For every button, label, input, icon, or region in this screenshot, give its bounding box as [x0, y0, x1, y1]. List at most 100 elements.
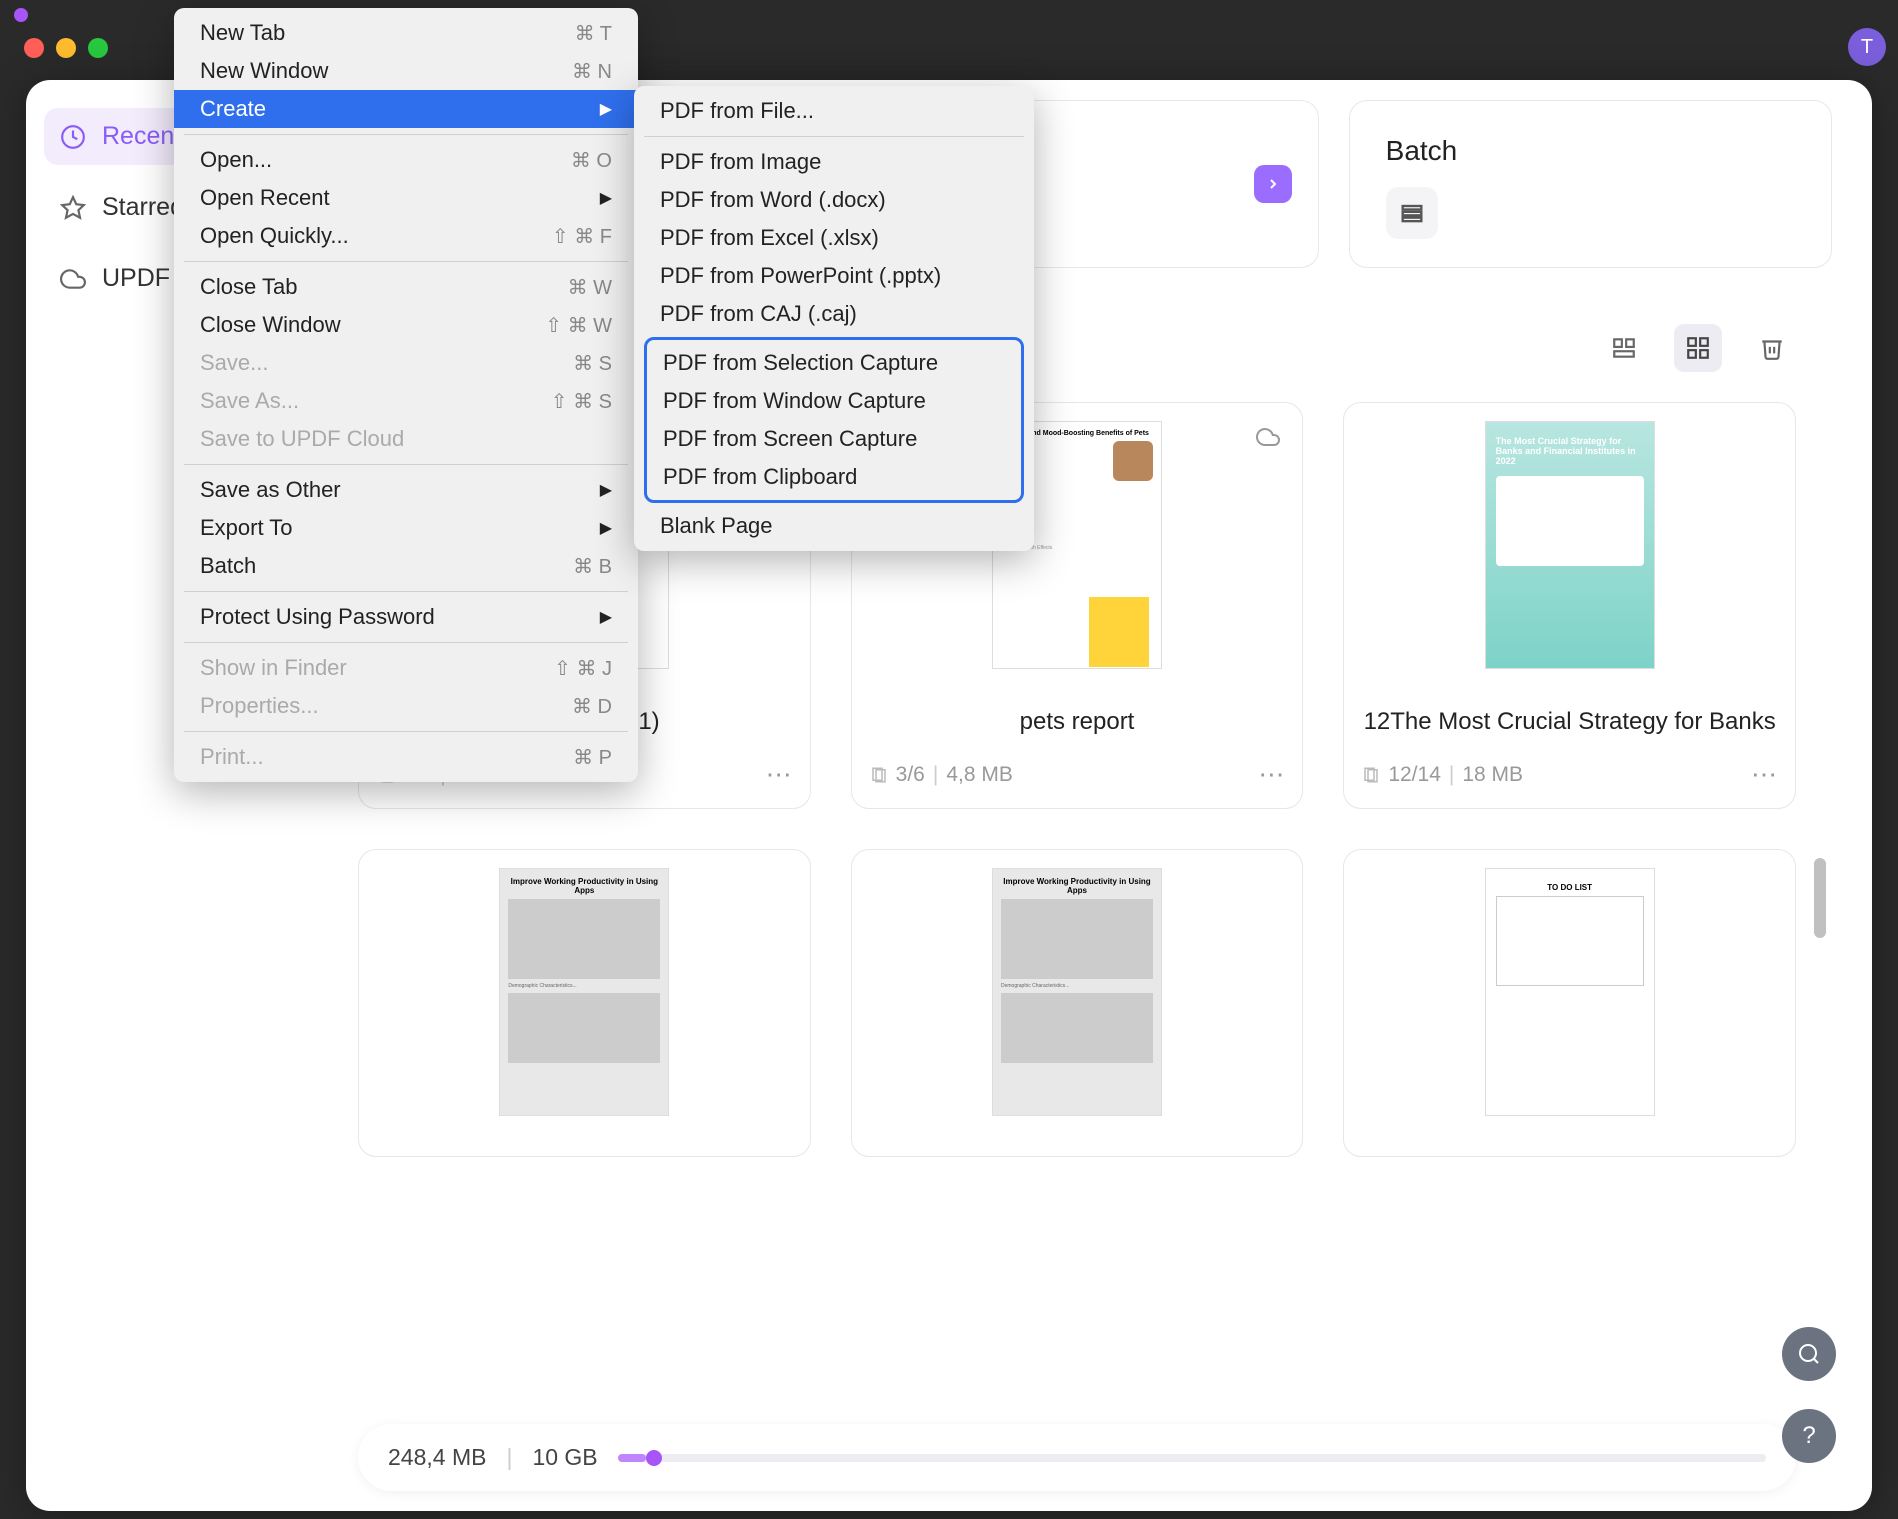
menu-shortcut: ⌘ W [568, 275, 612, 300]
file-pages: 12/14 [1388, 763, 1441, 787]
menu-shortcut: ⇧ ⌘ J [554, 656, 612, 681]
menu-item-label: Protect Using Password [200, 604, 435, 630]
list-view-button[interactable] [1600, 324, 1648, 372]
clock-icon [60, 124, 86, 150]
file-meta: 3/6 | 4,8 MB ⋯ [870, 759, 1285, 790]
submenu-item-pdf-from-file-[interactable]: PDF from File... [634, 92, 1034, 130]
menu-item-label: Close Tab [200, 274, 297, 300]
minimize-window-button[interactable] [56, 38, 76, 58]
file-thumbnail: Improve Working Productivity in Using Ap… [499, 868, 669, 1116]
menu-item-close-tab[interactable]: Close Tab ⌘ W [174, 268, 638, 306]
menu-item-label: Batch [200, 553, 256, 579]
storage-total: 10 GB [532, 1444, 597, 1471]
storage-track [618, 1454, 1766, 1462]
menu-item-save-as-other[interactable]: Save as Other▶ [174, 471, 638, 509]
menu-item-label: New Window [200, 58, 328, 84]
user-avatar[interactable]: T [1848, 28, 1886, 66]
menu-item-new-tab[interactable]: New Tab⌘ T [174, 14, 638, 52]
pages-icon [870, 766, 888, 784]
delete-button[interactable] [1748, 324, 1796, 372]
menu-item-label: New Tab [200, 20, 285, 46]
file-card[interactable]: Improve Working Productivity in Using Ap… [358, 849, 811, 1157]
star-icon [60, 195, 86, 221]
menu-item-label: Save to UPDF Cloud [200, 426, 404, 452]
menu-item-label: Save as Other [200, 477, 341, 503]
shortcut-card-batch[interactable]: Batch [1349, 100, 1832, 268]
grid-view-button[interactable] [1674, 324, 1722, 372]
menu-shortcut: ⇧ ⌘ W [545, 313, 612, 338]
file-menu: New Tab⌘ TNew Window⌘ N Create ▶ Open...⌘ O… [174, 8, 638, 782]
menu-item-label: PDF from Word (.docx) [660, 187, 886, 213]
help-fab[interactable]: ? [1782, 1409, 1836, 1463]
more-icon[interactable]: ⋯ [766, 759, 792, 790]
menu-separator [184, 134, 628, 135]
file-card[interactable]: TO DO LIST [1343, 849, 1796, 1157]
file-card[interactable]: The Most Crucial Strategy for Banks and … [1343, 402, 1796, 809]
chevron-right-icon: ▶ [600, 607, 612, 627]
separator: | [506, 1444, 512, 1471]
submenu-item-pdf-from-powerpoint-pptx-[interactable]: PDF from PowerPoint (.pptx) [634, 257, 1034, 295]
menu-item-batch[interactable]: Batch ⌘ B [174, 547, 638, 585]
scrollbar-thumb[interactable] [1814, 858, 1826, 938]
pages-icon [1362, 766, 1380, 784]
menu-item-open-recent[interactable]: Open Recent ▶ [174, 179, 638, 217]
menu-item-label: PDF from Image [660, 149, 821, 175]
menu-item-create[interactable]: Create ▶ [174, 90, 638, 128]
submenu-item-blank-page[interactable]: Blank Page [634, 507, 1034, 545]
submenu-item-pdf-from-excel-xlsx-[interactable]: PDF from Excel (.xlsx) [634, 219, 1034, 257]
submenu-item-pdf-from-word-docx-[interactable]: PDF from Word (.docx) [634, 181, 1034, 219]
chevron-right-icon: ▶ [600, 188, 612, 208]
menu-item-label: Close Window [200, 312, 341, 338]
menu-item-label: PDF from Selection Capture [663, 350, 938, 376]
menu-item-open-quickly-[interactable]: Open Quickly...⇧ ⌘ F [174, 217, 638, 255]
close-window-button[interactable] [24, 38, 44, 58]
menu-item-save-to-updf-cloud: Save to UPDF Cloud [174, 420, 638, 458]
cloud-icon [1256, 425, 1280, 454]
search-fab[interactable] [1782, 1327, 1836, 1381]
menu-item-label: Export To [200, 515, 293, 541]
file-name: 12The Most Crucial Strategy for Banks [1362, 691, 1777, 753]
menu-item-label: Create [200, 96, 266, 122]
menu-item-label: PDF from Clipboard [663, 464, 857, 490]
menu-item-label: PDF from Window Capture [663, 388, 926, 414]
submenu-item-pdf-from-selection-capture[interactable]: PDF from Selection Capture [647, 344, 1021, 382]
chevron-right-icon[interactable] [1254, 165, 1292, 203]
card-title: Batch [1386, 135, 1795, 167]
submenu-item-pdf-from-window-capture[interactable]: PDF from Window Capture [647, 382, 1021, 420]
menu-item-label: PDF from CAJ (.caj) [660, 301, 857, 327]
menu-item-save-as-: Save As...⇧ ⌘ S [174, 382, 638, 420]
submenu-item-pdf-from-screen-capture[interactable]: PDF from Screen Capture [647, 420, 1021, 458]
maximize-window-button[interactable] [88, 38, 108, 58]
submenu-item-pdf-from-caj-caj-[interactable]: PDF from CAJ (.caj) [634, 295, 1034, 333]
avatar-initial: T [1861, 36, 1873, 59]
create-submenu: PDF from File... PDF from Image PDF from W… [634, 86, 1034, 551]
menu-item-label: Save As... [200, 388, 299, 414]
submenu-item-pdf-from-clipboard[interactable]: PDF from Clipboard [647, 458, 1021, 496]
cloud-icon [60, 266, 86, 292]
menu-separator [184, 464, 628, 465]
file-card[interactable]: Improve Working Productivity in Using Ap… [851, 849, 1304, 1157]
submenu-item-pdf-from-image[interactable]: PDF from Image [634, 143, 1034, 181]
menu-item-protect-using-password[interactable]: Protect Using Password ▶ [174, 598, 638, 636]
file-thumbnail: TO DO LIST [1485, 868, 1655, 1116]
menu-item-label: Save... [200, 350, 268, 376]
menu-item-label: Open Quickly... [200, 223, 349, 249]
menu-item-print-: Print...⌘ P [174, 738, 638, 776]
menu-shortcut: ⌘ D [572, 694, 612, 719]
menu-item-label: Open Recent [200, 185, 330, 211]
storage-used: 248,4 MB [388, 1444, 486, 1471]
menu-shortcut: ⌘ B [573, 554, 612, 579]
file-meta: 12/14 | 18 MB ⋯ [1362, 759, 1777, 790]
menu-item-open-[interactable]: Open...⌘ O [174, 141, 638, 179]
menu-item-close-window[interactable]: Close Window ⇧ ⌘ W [174, 306, 638, 344]
chevron-right-icon: ▶ [600, 99, 612, 119]
menu-item-label: Blank Page [660, 513, 773, 539]
more-icon[interactable]: ⋯ [1751, 759, 1777, 790]
menu-item-export-to[interactable]: Export To▶ [174, 509, 638, 547]
menu-separator [184, 731, 628, 732]
menu-item-new-window[interactable]: New Window⌘ N [174, 52, 638, 90]
menu-item-label: Show in Finder [200, 655, 347, 681]
storage-knob [646, 1450, 662, 1466]
menu-item-label: PDF from File... [660, 98, 814, 124]
more-icon[interactable]: ⋯ [1258, 759, 1284, 790]
